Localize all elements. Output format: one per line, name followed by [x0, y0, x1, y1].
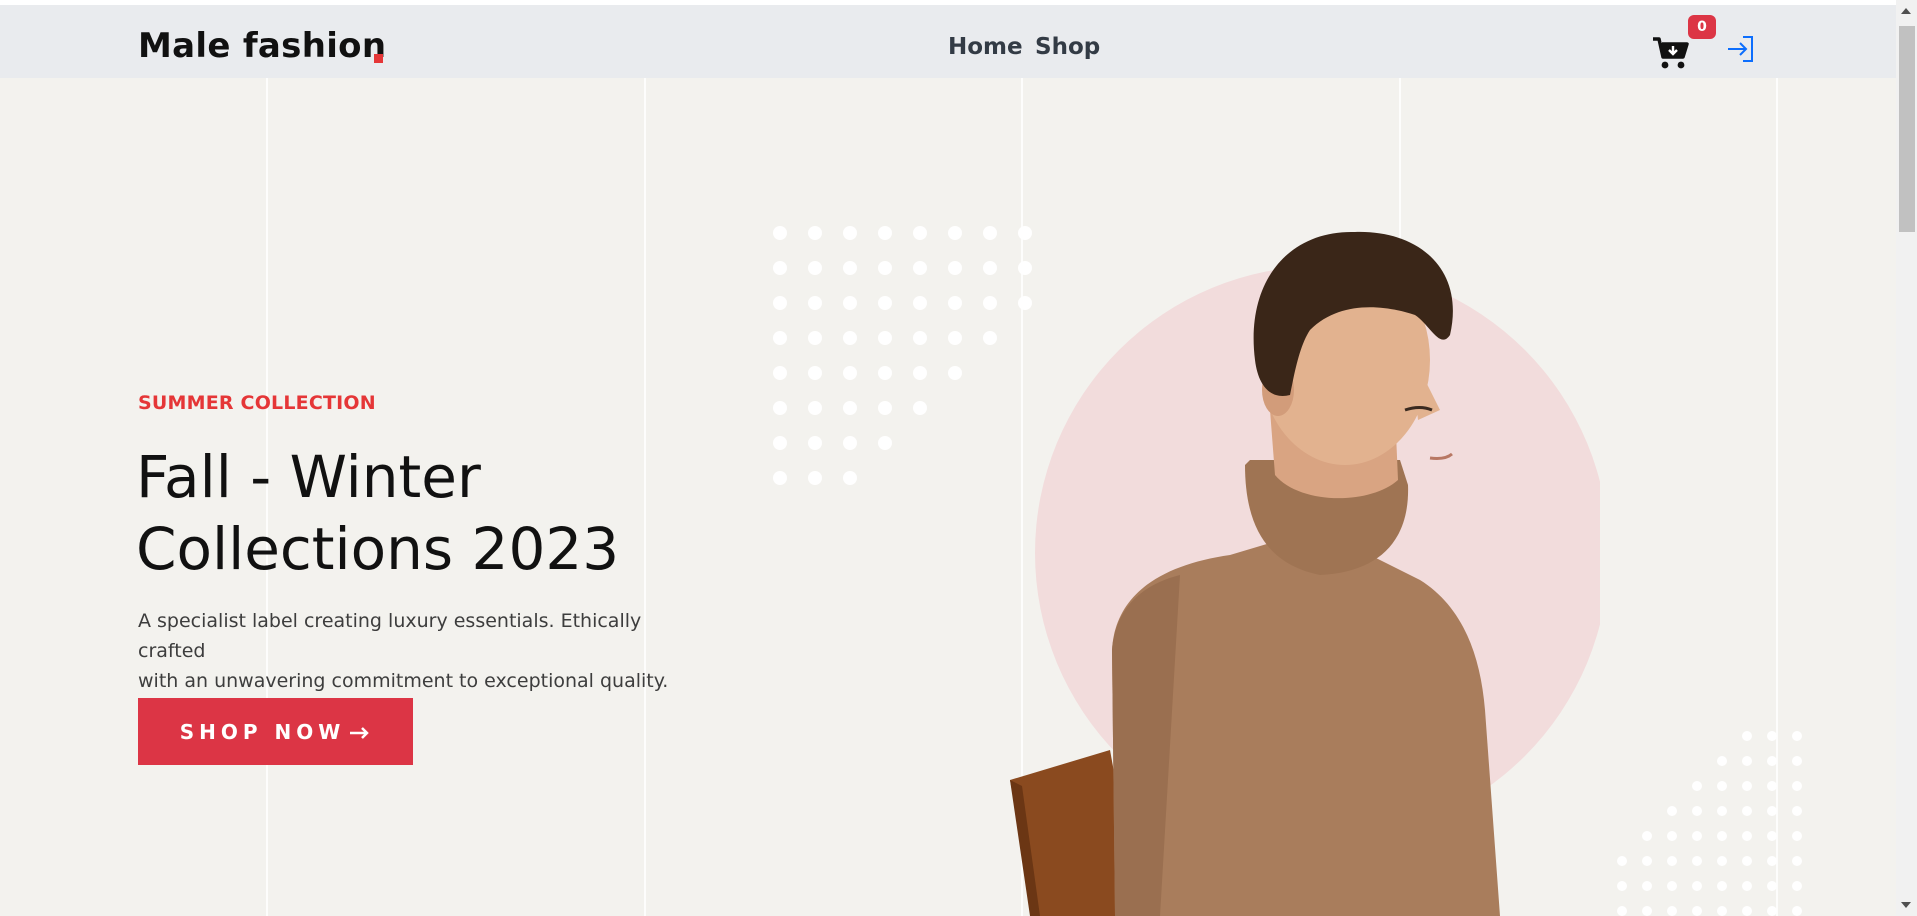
- hero-collection-label: SUMMER COLLECTION: [138, 392, 376, 414]
- navbar: Male fashion Home Shop 0: [0, 5, 1896, 78]
- hero-description-line-1: A specialist label creating luxury essen…: [138, 610, 642, 662]
- brand-logo[interactable]: Male fashion: [138, 29, 386, 63]
- login-icon[interactable]: [1726, 34, 1756, 64]
- scrollbar-thumb[interactable]: [1899, 26, 1915, 232]
- nav-link-home[interactable]: Home: [948, 36, 1023, 59]
- shop-now-label: SHOP NOW: [179, 719, 346, 744]
- hero-title-line-2: Collections 2023: [136, 515, 620, 583]
- scroll-down-arrow-icon[interactable]: [1901, 902, 1911, 908]
- cart-count-badge: 0: [1688, 15, 1716, 39]
- hero-description-line-2: with an unwavering commitment to excepti…: [138, 670, 669, 692]
- dot-pattern-bottom: [1617, 731, 1802, 916]
- brand-logo-dot: [374, 54, 383, 63]
- hero-title: Fall - Winter Collections 2023: [136, 441, 836, 585]
- hero-title-line-1: Fall - Winter: [136, 443, 481, 511]
- cart-icon[interactable]: [1652, 35, 1690, 71]
- hero-model-image: [1010, 231, 1600, 916]
- arrow-right-icon: [350, 726, 370, 739]
- scroll-up-arrow-icon[interactable]: [1901, 8, 1911, 14]
- nav-link-shop[interactable]: Shop: [1035, 36, 1100, 59]
- shop-now-button[interactable]: SHOP NOW: [138, 698, 413, 765]
- hero-description: A specialist label creating luxury essen…: [138, 606, 698, 696]
